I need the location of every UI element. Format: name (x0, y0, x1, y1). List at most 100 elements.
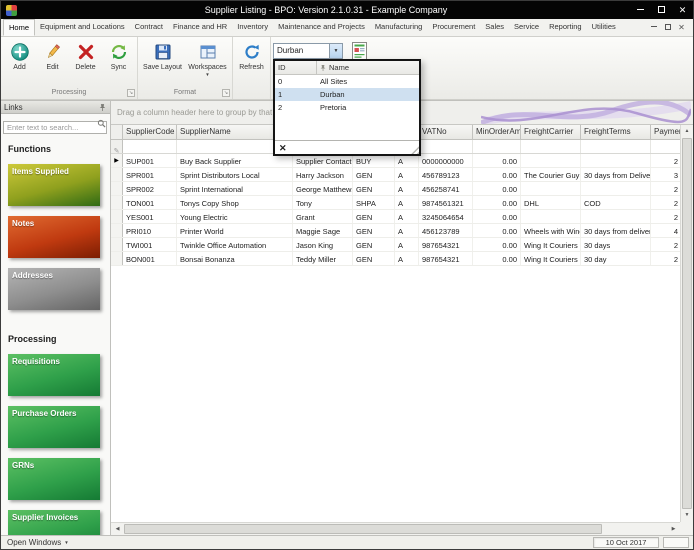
tab-manufacturing[interactable]: Manufacturing (370, 19, 428, 36)
dialog-launcher-icon[interactable]: ↘ (222, 89, 230, 97)
refresh-button[interactable]: Refresh (235, 40, 268, 72)
cell: 456789123 (419, 168, 473, 181)
edit-button[interactable]: Edit (36, 40, 69, 72)
tab-maintenance-and-projects[interactable]: Maintenance and Projects (273, 19, 370, 36)
cell: 30 days (581, 238, 651, 251)
horizontal-scrollbar[interactable]: ◀ ▶ (111, 522, 680, 535)
vertical-scrollbar-thumb[interactable] (682, 138, 692, 509)
site-option-all-sites[interactable]: 0 All Sites (275, 75, 419, 88)
status-end-panel (663, 537, 689, 548)
column-header-minorderamt[interactable]: MinOrderAmt (473, 125, 521, 139)
minimize-button[interactable] (630, 1, 651, 19)
filter-cell[interactable] (123, 140, 177, 153)
tab-reporting[interactable]: Reporting (544, 19, 587, 36)
sidebar-item-requisitions[interactable]: Requisitions (8, 354, 100, 396)
tab-contract[interactable]: Contract (130, 19, 168, 36)
open-windows-button[interactable]: Open Windows ▼ (7, 538, 69, 547)
tab-equipment-and-locations[interactable]: Equipment and Locations (35, 19, 130, 36)
tab-procurement[interactable]: Procurement (427, 19, 480, 36)
site-option-pretoria[interactable]: 2 Pretoria (275, 101, 419, 114)
resize-grip[interactable] (408, 143, 419, 154)
table-row[interactable]: PRI010 Printer World Maggie Sage GEN A 456123… (111, 224, 682, 238)
site-column-id[interactable]: ID (275, 61, 317, 74)
save-layout-button[interactable]: Save Layout (140, 40, 185, 72)
vertical-scrollbar[interactable]: ▲ ▼ (680, 125, 693, 522)
tab-home[interactable]: Home (3, 19, 36, 36)
close-button[interactable]: ✕ (672, 1, 693, 19)
table-row[interactable]: TON001 Tonys Copy Shop Tony SHPA A 9874561321… (111, 196, 682, 210)
sidebar-item-purchase-orders[interactable]: Purchase Orders (8, 406, 100, 448)
column-header-freightcarrier[interactable]: FreightCarrier (521, 125, 581, 139)
table-row[interactable]: YES001 Young Electric Grant GEN A 3245064654 0… (111, 210, 682, 224)
links-sidebar: Links Functions Items Supplied Notes Addres… (1, 100, 111, 535)
clear-filter-button[interactable]: ✕ (279, 143, 287, 153)
scroll-left-icon[interactable]: ◀ (111, 523, 124, 535)
scroll-down-icon[interactable]: ▼ (681, 509, 693, 522)
site-selector[interactable]: Durban ▼ (273, 43, 343, 59)
tab-finance-and-hr[interactable]: Finance and HR (168, 19, 232, 36)
table-row[interactable]: TWI001 Twinkle Office Automation Jason Kin… (111, 238, 682, 252)
cell: 456123789 (419, 224, 473, 237)
site-option-durban[interactable]: 1 Durban (275, 88, 419, 101)
maximize-button[interactable] (651, 1, 672, 19)
cell: 2 (651, 182, 682, 195)
supplier-grid-area: Drag a column header here to group by th… (111, 100, 693, 535)
save-layout-label: Save Layout (143, 64, 182, 71)
column-header-paymen[interactable]: Paymen (651, 125, 680, 139)
cell: A (395, 252, 419, 265)
cell: Wing It Couriers (521, 252, 581, 265)
search-input[interactable] (3, 121, 107, 134)
cell: SHPA (353, 196, 395, 209)
filter-cell[interactable] (473, 140, 521, 153)
maximize-icon (658, 6, 665, 13)
site-option-name: All Sites (320, 76, 348, 86)
cell: GEN (353, 210, 395, 223)
column-header-suppliercode[interactable]: SupplierCode (123, 125, 177, 139)
sidebar-item-items-supplied[interactable]: Items Supplied (8, 164, 100, 206)
refresh-button-label: Refresh (239, 64, 264, 71)
filter-cell[interactable] (651, 140, 682, 153)
tab-sales[interactable]: Sales (480, 19, 509, 36)
sites-report-icon[interactable] (351, 41, 369, 61)
column-header-freightterms[interactable]: FreightTerms (581, 125, 651, 139)
combo-dropdown-icon[interactable]: ▼ (329, 44, 342, 58)
tab-utilities[interactable]: Utilities (587, 19, 621, 36)
mdi-restore-button[interactable] (663, 20, 672, 36)
site-column-name[interactable]: Name (317, 61, 419, 74)
sidebar-item-grns[interactable]: GRNs (8, 458, 100, 500)
save-layout-icon (152, 41, 174, 63)
tab-inventory[interactable]: Inventory (232, 19, 273, 36)
pin-icon[interactable] (98, 103, 107, 112)
sidebar-item-supplier-invoices[interactable]: Supplier Invoices (8, 510, 100, 535)
dialog-launcher-icon[interactable]: ↘ (127, 89, 135, 97)
delete-button[interactable]: Delete (69, 40, 102, 72)
filter-cell[interactable] (581, 140, 651, 153)
cell: PRI010 (123, 224, 177, 237)
table-row[interactable]: SPR002 Sprint International George Matthew… (111, 182, 682, 196)
workspaces-icon (197, 41, 219, 63)
refresh-icon (241, 41, 263, 63)
sidebar-item-notes[interactable]: Notes (8, 216, 100, 258)
filter-cell[interactable] (521, 140, 581, 153)
horizontal-scrollbar-thumb[interactable] (124, 524, 602, 534)
horizontal-scrollbar-track[interactable] (602, 523, 667, 535)
tab-service[interactable]: Service (509, 19, 544, 36)
table-row[interactable]: SPR001 Sprint Distributors Local Harry Jac… (111, 168, 682, 182)
filter-cell[interactable] (419, 140, 473, 153)
sync-button[interactable]: Sync (102, 40, 135, 72)
table-row[interactable]: BON001 Bonsai Bonanza Teddy Miller GEN A 9876… (111, 252, 682, 266)
mdi-minimize-button[interactable] (649, 20, 658, 36)
table-row[interactable]: ▶ SUP001 Buy Back Supplier Supplier Contact… (111, 154, 682, 168)
scroll-up-icon[interactable]: ▲ (681, 125, 693, 138)
site-dropdown-popup: ID Name 0 All Sites 1 Durban 2 Pretoria ✕ (273, 59, 421, 156)
mdi-close-button[interactable]: ✕ (677, 20, 686, 36)
workspaces-button[interactable]: Workspaces ▼ (185, 40, 230, 77)
sidebar-item-addresses[interactable]: Addresses (8, 268, 100, 310)
scroll-right-icon[interactable]: ▶ (667, 523, 680, 535)
ribbon-group-format: Save Layout Workspaces ▼ Format ↘ (138, 37, 233, 99)
site-selector-value: Durban (277, 46, 304, 55)
column-header-vatno[interactable]: VATNo (419, 125, 473, 139)
add-button[interactable]: Add (3, 40, 36, 72)
add-button-label: Add (13, 64, 26, 71)
links-panel-header[interactable]: Links (1, 101, 110, 114)
